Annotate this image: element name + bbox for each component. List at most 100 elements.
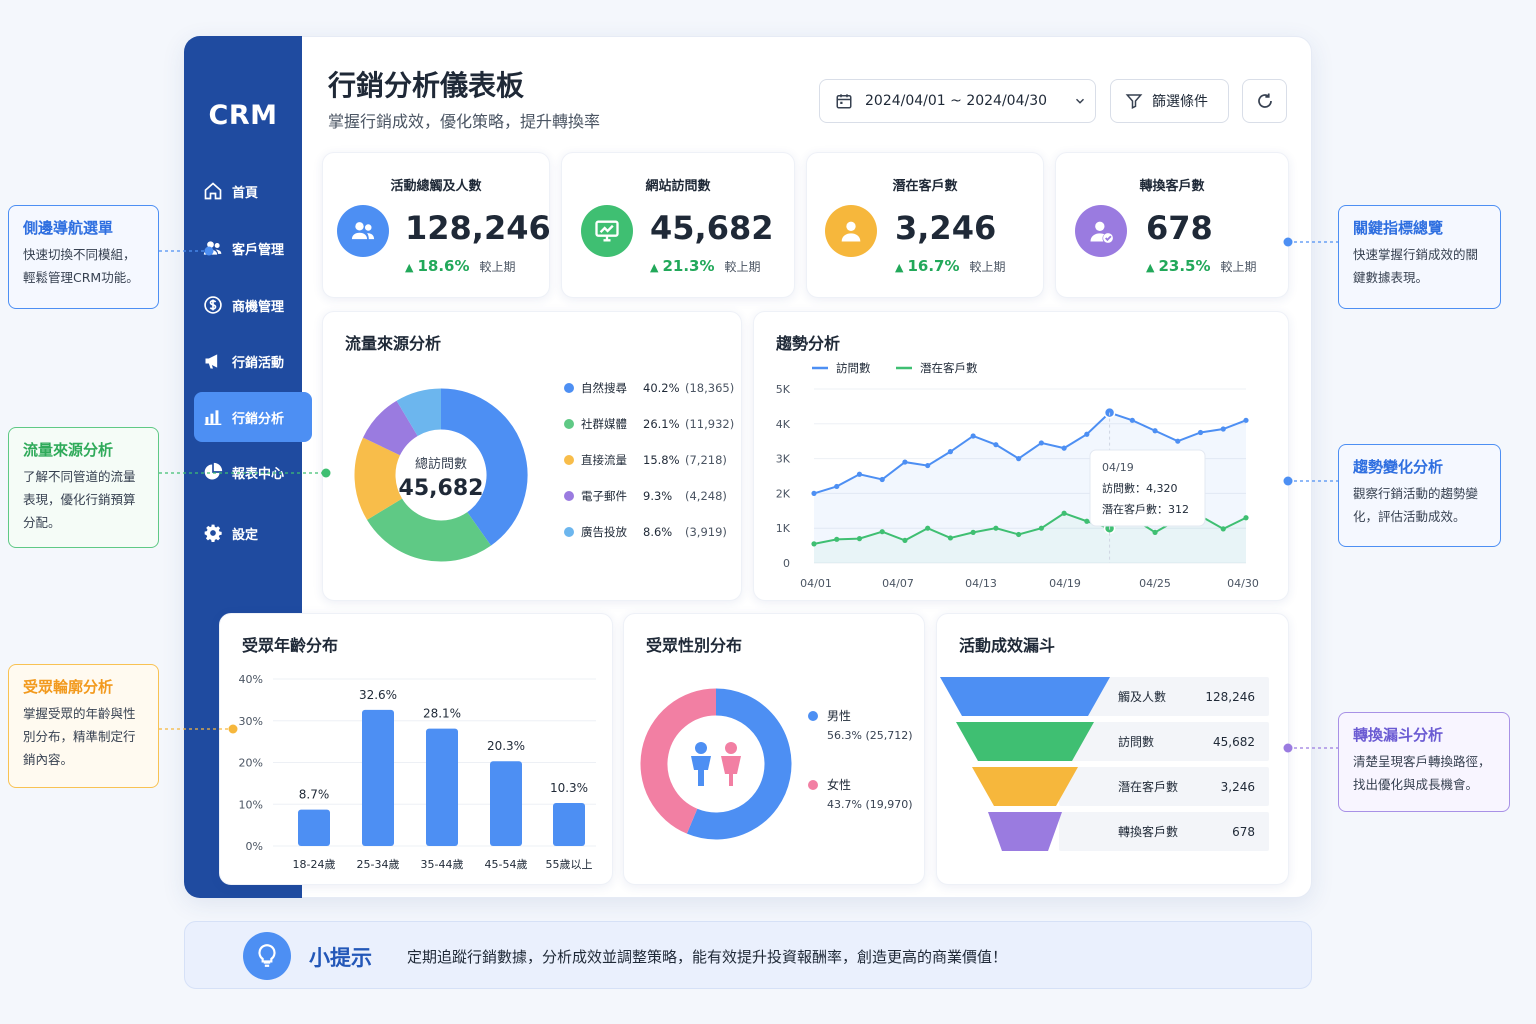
sidebar-item-marketing-analytics[interactable]: 行銷分析 [194,392,312,442]
date-range-picker[interactable]: 2024/04/01 ~ 2024/04/30 [819,79,1096,123]
data-point [1220,426,1226,432]
sidebar-item-opportunities[interactable]: 商機管理 [194,280,312,330]
bar-value-label: 20.3% [487,739,525,753]
kpi-delta-label: 較上期 [1220,260,1257,274]
sidebar-item-label: 報表中心 [232,466,285,482]
donut-slice [363,400,419,457]
users-icon [337,205,389,257]
tips-bar: 小提示 定期追蹤行銷數據，分析成效並調整策略，能有效提升投資報酬率，創造更高的商… [184,921,1312,989]
sidebar-item-label: 行銷活動 [232,355,285,371]
data-point [1197,429,1204,436]
callout-audience-analysis: 受眾輪廓分析 掌握受眾的年齡與性別分布，精準制定行銷內容。 [8,664,159,788]
sidebar-item-customers[interactable]: 客戶管理 [194,223,312,273]
data-point [993,442,999,448]
callout-funnel-analysis: 轉換漏斗分析 清楚呈現客戶轉換路徑，找出優化與成長機會。 [1338,712,1510,812]
tips-text: 定期追蹤行銷數據，分析成效並調整策略，能有效提升投資報酬率，創造更高的商業價值！ [407,948,1008,966]
legend-label: 男性 [827,709,851,723]
data-point [1152,428,1158,434]
x-tick-label: 04/25 [1139,577,1171,590]
callout-title: 側邊導航選單 [23,219,114,237]
callout-title: 受眾輪廓分析 [23,678,114,696]
filter-icon [1125,94,1143,109]
data-point [947,535,954,541]
age-bar [298,809,330,846]
kpi-card-reach: 活動總觸及人數 128,246 ▲ 18.6% 較上期 [322,152,551,298]
data-point [993,525,999,531]
callout-kpi-overview: 關鍵指標總覽 快速掌握行銷成效的關鍵數據表現。 [1338,205,1501,309]
tooltip-line: 潛在客戶數：312 [1102,502,1189,516]
legend-value: (18,365) [685,381,734,395]
data-point [1220,526,1226,532]
y-tick-label: 1K [776,522,791,535]
funnel-value: 678 [1232,825,1255,839]
donut-center: 總訪問數 45,682 [383,453,499,501]
data-point [1129,417,1135,423]
legend-value: (11,932) [685,417,734,431]
funnel-chart: 觸及人數 128,246 訪問數 45,682 潛在客戶數 3,246 轉換客戶數 678 [940,677,1269,851]
data-point [856,536,863,542]
data-point [902,459,908,465]
data-point [1016,531,1022,538]
dollar-icon [204,296,222,314]
legend-percent: 26.1% [643,417,680,431]
filter-button[interactable]: 篩選條件 [1110,79,1229,123]
data-point [856,471,863,477]
legend-label: 社群媒體 [581,417,627,431]
legend-swatch [808,780,818,790]
data-point [970,529,976,535]
tooltip-line: 訪問數：4,320 [1102,481,1178,495]
bar-value-label: 10.3% [550,781,588,795]
callout-body: 掌握受眾的年齡與性別分布，精準制定行銷內容。 [23,706,136,768]
data-point [879,529,885,535]
monitor-chart-icon [581,205,633,257]
x-tick-label: 04/01 [800,577,832,590]
sidebar-item-label: 客戶管理 [232,242,285,258]
callout-traffic-analysis: 流量來源分析 了解不同管道的流量表現，優化行銷預算分配。 [8,427,159,548]
data-point [925,462,931,469]
kpi-delta-label: 較上期 [479,260,516,274]
sidebar-item-label: 商機管理 [232,299,285,315]
data-point [902,537,908,543]
kpi-delta: ▲ 21.3% 較上期 [650,257,761,275]
up-arrow-icon: ▲ [405,261,414,274]
x-tick-label: 45-54歲 [485,857,528,871]
calendar-icon [836,94,852,109]
chevron-down-icon [1076,98,1085,104]
up-arrow-icon: ▲ [650,261,659,274]
users-icon [203,241,222,255]
kpi-delta-value: 16.7% [907,257,960,275]
legend-percent: 9.3% [643,489,672,503]
sidebar-item-reports[interactable]: 報表中心 [194,447,312,497]
callout-sidebar-nav: 側邊導航選單 快速切換不同模組，輕鬆管理CRM功能。 [8,205,159,309]
data-point [970,433,976,439]
kpi-card-conversions: 轉換客戶數 678 ▲ 23.5% 較上期 [1055,152,1289,298]
kpi-value: 3,246 [895,209,997,247]
callout-body: 觀察行銷活動的趨勢變化，評估活動成效。 [1353,486,1479,525]
y-tick-label: 0 [783,557,790,570]
data-point [1038,440,1044,446]
sidebar-item-label: 首頁 [232,185,259,201]
pie-chart-icon [204,462,223,480]
legend-percent: 15.8% [643,453,680,467]
sidebar-item-settings[interactable]: 設定 [194,508,312,558]
data-point [879,476,885,483]
funnel-stage [956,722,1094,761]
refresh-button[interactable] [1242,79,1287,123]
age-bar [362,709,394,846]
funnel-label: 訪問數 [1118,734,1154,749]
trend-card: 趨勢分析 0 1K 2K 3K 4K 5K 04/01 04/07 04/13 04/19 04/2… [753,311,1289,601]
y-tick-label: 5K [776,383,791,396]
sidebar-item-campaigns[interactable]: 行銷活動 [194,336,312,386]
donut-slice [367,497,491,562]
data-point [1243,515,1249,521]
callout-body: 快速掌握行銷成效的關鍵數據表現。 [1353,247,1479,286]
age-bar [490,761,522,846]
sidebar-item-home[interactable]: 首頁 [194,166,312,216]
data-point [1061,510,1067,516]
x-tick-label: 55歲以上 [546,857,593,871]
age-bar [553,802,585,846]
y-tick-label: 4K [776,418,791,431]
people-icon [691,742,741,786]
legend-swatch [564,491,574,501]
age-bar-chart: 0% 10% 20% 30% 40% 8.7% 18-24歲 32.6% 25-34歲 28.1%… [239,673,596,871]
